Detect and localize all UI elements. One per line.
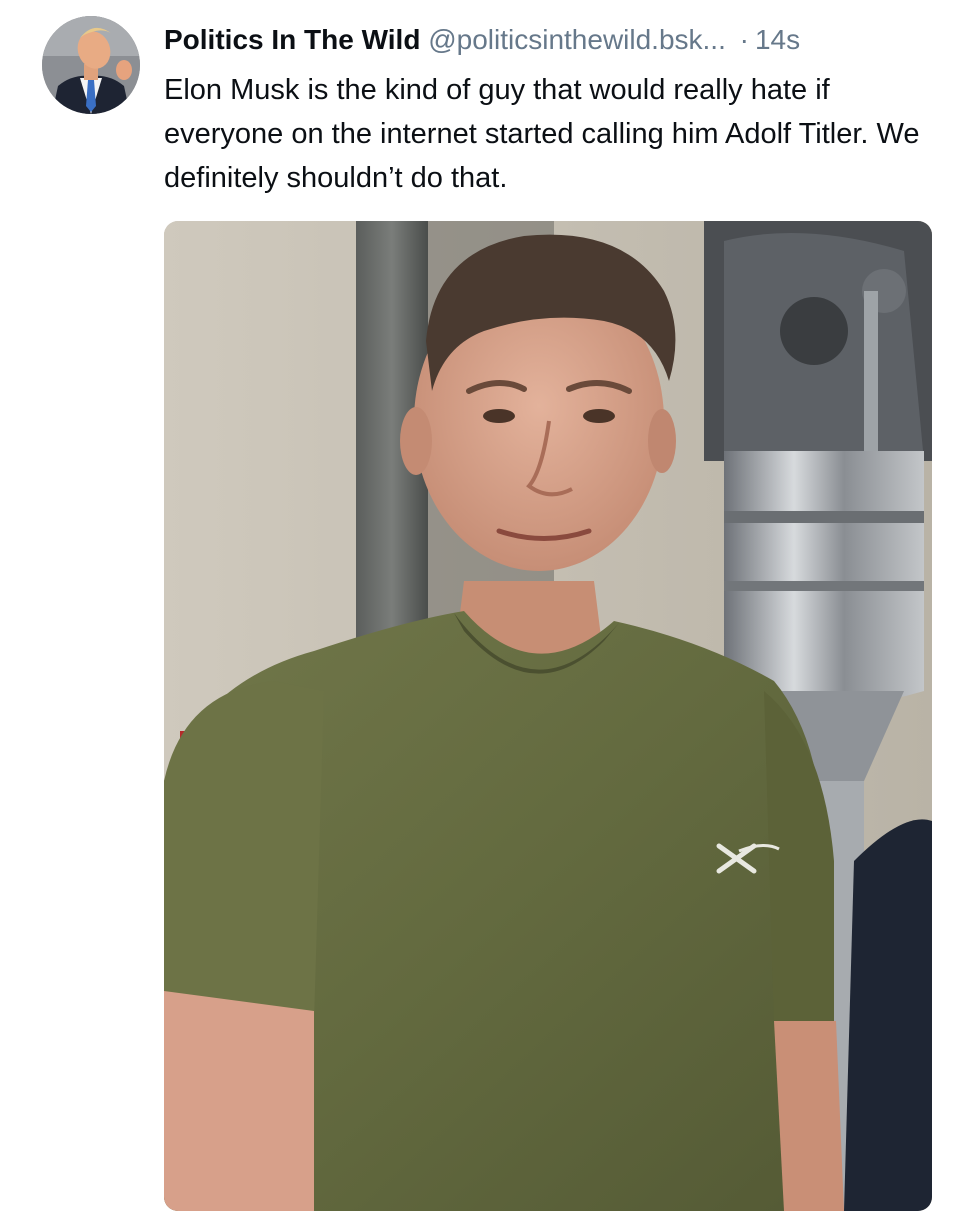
post-header: Politics In The Wild @politicsinthewild.… [164,20,800,60]
post-timestamp[interactable]: 14s [755,24,800,55]
embedded-photo-icon [164,221,932,1211]
post-text: Elon Musk is the kind of guy that would … [164,74,920,194]
header-separator: · [739,24,749,55]
feed-post[interactable]: Politics In The Wild @politicsinthewild.… [0,0,967,1211]
avatar-photo-icon [42,16,140,114]
author-avatar[interactable] [42,16,140,114]
post-image[interactable] [164,221,932,1211]
author-handle[interactable]: @politicsinthewild.bsk... [428,24,726,55]
author-name[interactable]: Politics In The Wild [164,24,420,55]
